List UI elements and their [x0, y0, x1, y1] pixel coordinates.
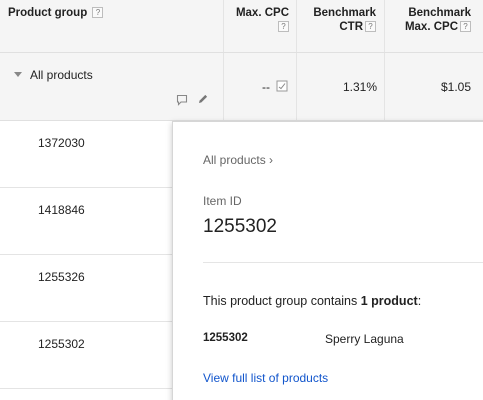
product-count-prefix: This product group contains — [203, 294, 361, 308]
column-header-label: Max. CPC — [404, 21, 458, 33]
product-count-suffix: : — [417, 294, 422, 308]
divider — [203, 262, 483, 263]
product-group-popup: All products › Item ID 1255302 This prod… — [172, 121, 483, 400]
help-icon[interactable]: ? — [365, 21, 376, 32]
column-header-product-group[interactable]: Product group ? — [8, 6, 104, 20]
column-divider — [384, 0, 385, 52]
column-header-label: CTR — [339, 21, 363, 33]
item-id-value: 1255302 — [203, 216, 277, 237]
benchmark-ctr-value: 1.31% — [342, 80, 377, 94]
column-divider — [223, 0, 224, 52]
product-count-text: This product group contains 1 product: — [203, 294, 421, 308]
column-header-max-cpc[interactable]: Max. CPC ? — [232, 6, 289, 34]
column-divider — [296, 0, 297, 52]
column-divider — [384, 53, 385, 120]
collapse-triangle-icon[interactable] — [14, 72, 22, 77]
product-id[interactable]: 1255326 — [38, 270, 85, 284]
all-products-label[interactable]: All products — [30, 68, 93, 82]
help-icon[interactable]: ? — [278, 21, 289, 32]
popup-product-id: 1255302 — [203, 332, 248, 344]
table-header: Product group ? Max. CPC ? Benchmark CTR… — [0, 0, 483, 53]
column-header-label: Benchmark — [313, 7, 376, 19]
product-id[interactable]: 1255302 — [38, 337, 85, 351]
benchmark-cpc-value: $1.05 — [440, 80, 471, 94]
column-header-benchmark-max-cpc[interactable]: Benchmark Max. CPC? — [388, 6, 471, 34]
column-header-label: Max. CPC — [235, 7, 289, 19]
product-count: 1 product — [360, 294, 418, 308]
help-icon[interactable]: ? — [460, 21, 471, 32]
view-full-list-link[interactable]: View full list of products — [203, 371, 328, 385]
edit-pencil-icon[interactable] — [197, 93, 209, 105]
column-divider — [296, 53, 297, 120]
column-header-label: Product group — [8, 7, 88, 19]
column-divider — [223, 53, 224, 120]
table-row-all-products[interactable]: All products -- 1.31% $1.05 — [0, 53, 483, 121]
breadcrumb[interactable]: All products › — [203, 153, 273, 167]
popup-product-name: Sperry Laguna — [325, 332, 404, 346]
product-id[interactable]: 1418846 — [38, 203, 85, 217]
comment-icon[interactable] — [176, 94, 188, 106]
product-id[interactable]: 1372030 — [38, 136, 85, 150]
item-id-label: Item ID — [203, 194, 242, 208]
help-icon[interactable]: ? — [92, 7, 104, 18]
column-header-label: Benchmark — [408, 7, 471, 19]
column-header-benchmark-ctr[interactable]: Benchmark CTR? — [300, 6, 376, 34]
max-cpc-value: -- — [262, 80, 270, 94]
chart-icon[interactable] — [276, 80, 288, 92]
